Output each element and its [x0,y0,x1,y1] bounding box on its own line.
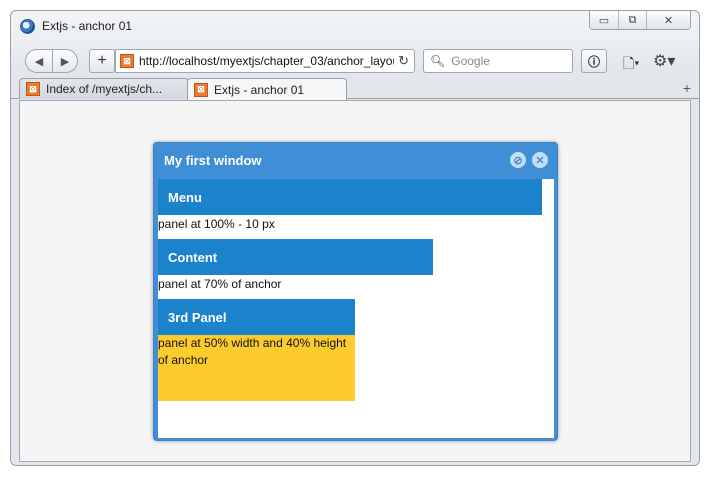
page-icon[interactable]: 🗋▾ [623,53,639,77]
tab-extjs-anchor[interactable]: ⊠ Extjs - anchor 01 [187,78,347,100]
restore-button[interactable]: ⧉ [618,11,646,29]
title-bar: Extjs - anchor 01 ▭ ⧉ ✕ [11,11,699,43]
info-button[interactable]: ⓘ [581,49,607,73]
xampp-icon: ⊠ [194,82,208,97]
content-panel-body: panel at 70% of anchor [158,277,282,291]
close-window-button[interactable]: ✕ [646,11,690,29]
url-text[interactable]: http://localhost/myextjs/chapter_03/anch… [139,54,394,68]
ext-window-body: Menu panel at 100% - 10 px Content panel… [158,179,554,438]
back-button[interactable]: ◀ [25,49,53,73]
search-input[interactable]: Google [451,54,490,68]
minimize-button[interactable]: ▭ [590,11,618,29]
tab-label: Extjs - anchor 01 [214,82,305,97]
forward-button[interactable]: ▶ [52,49,78,73]
menu-panel-header: Menu [158,179,542,215]
tab-label: Index of /myextjs/ch... [46,82,163,96]
xampp-icon: ⊠ [26,82,40,96]
ext-window-title: My first window [164,153,262,168]
navigation-toolbar: ◀ ▶ + ⊠ http://localhost/myextjs/chapter… [11,47,699,75]
gear-icon[interactable]: ⚙▾ [653,51,675,71]
window-title: Extjs - anchor 01 [42,19,133,33]
third-panel-body: panel at 50% width and 40% height of anc… [158,335,355,401]
reload-icon[interactable]: ↻ [398,53,409,69]
search-box[interactable]: 🔍︎ Google [423,49,573,73]
menu-panel-body: panel at 100% - 10 px [158,217,275,231]
content-panel-header: Content [158,239,433,275]
third-panel-header: 3rd Panel [158,299,355,335]
tab-index[interactable]: ⊠ Index of /myextjs/ch... [19,78,189,99]
close-icon[interactable]: ✕ [532,152,548,168]
new-tab-button[interactable]: + [683,80,691,96]
magnifier-icon[interactable]: 🔍︎ [430,54,445,68]
address-bar[interactable]: ⊠ http://localhost/myextjs/chapter_03/an… [115,49,415,73]
ext-window[interactable]: My first window ⊘ ✕ Menu panel at 100% -… [153,142,558,441]
xampp-icon: ⊠ [120,54,134,68]
add-bookmark-button[interactable]: + [89,49,115,73]
tab-strip: ⊠ Index of /myextjs/ch... ⊠ Extjs - anch… [11,78,699,100]
window-controls: ▭ ⧉ ✕ [589,11,691,30]
pin-icon[interactable]: ⊘ [510,152,526,168]
browser-globe-icon [20,19,35,34]
